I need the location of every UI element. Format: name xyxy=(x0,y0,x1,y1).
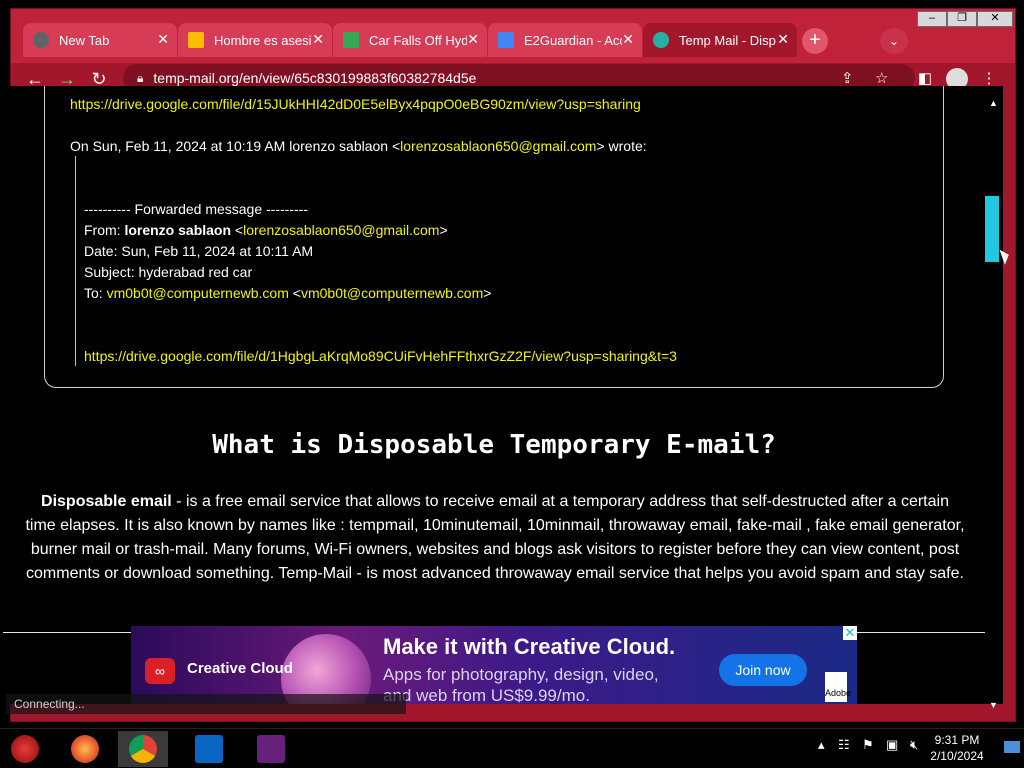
from-lt: < xyxy=(231,222,244,238)
taskbar-firefox[interactable] xyxy=(60,731,110,767)
google-drive-icon xyxy=(188,32,204,48)
ad-subtext: Apps for photography, design, video, and… xyxy=(383,665,659,704)
restore-button[interactable]: ❐ xyxy=(947,11,977,27)
google-drive-icon xyxy=(343,32,359,48)
tab-new-tab[interactable]: New Tab ✕ xyxy=(23,23,177,57)
subject-line: Subject: hyderabad red car xyxy=(84,264,253,280)
clock-time: 9:31 PM xyxy=(934,733,980,747)
chrome-icon xyxy=(129,735,157,763)
lock-icon: 🔒︎ xyxy=(137,70,144,85)
tray-overflow-icon[interactable]: ▴ xyxy=(818,737,825,753)
quote-bar xyxy=(75,156,76,366)
to-line: To: vm0b0t@computernewb.com <vm0b0t@comp… xyxy=(84,285,491,301)
adobe-logo-icon: Adobe xyxy=(825,672,851,702)
tab-hombre[interactable]: Hombre es asesi ✕ xyxy=(178,23,332,57)
ad-headline: Make it with Creative Cloud. xyxy=(383,634,676,659)
scroll-thumb[interactable] xyxy=(985,196,999,262)
to-gt: > xyxy=(483,285,492,301)
show-desktop-icon[interactable] xyxy=(1004,741,1020,753)
creative-cloud-logo-icon: ∞ xyxy=(145,658,175,684)
scroll-down-arrow-icon[interactable]: ▼ xyxy=(989,700,998,710)
share-icon[interactable]: ⇪ xyxy=(841,69,854,87)
status-bubble: Connecting... xyxy=(6,694,406,714)
vertical-scrollbar[interactable]: ▲ ▼ xyxy=(985,86,1003,710)
close-tab-icon[interactable]: ✕ xyxy=(622,31,634,48)
scroll-up-arrow-icon[interactable]: ▲ xyxy=(989,98,998,108)
taskbar-outlook[interactable] xyxy=(184,731,234,767)
reply-header: On Sun, Feb 11, 2024 at 10:19 AM lorenzo… xyxy=(70,138,647,154)
to-lt: < xyxy=(288,285,301,301)
start-orb-icon xyxy=(11,735,39,763)
close-tab-icon[interactable]: ✕ xyxy=(312,31,324,48)
drive-link-2[interactable]: https://drive.google.com/file/d/1HgbgLaK… xyxy=(84,348,677,364)
creative-cloud-ad[interactable]: ∞ Creative Cloud Make it with Creative C… xyxy=(131,626,857,704)
section-heading: What is Disposable Temporary E-mail? xyxy=(212,430,776,460)
tab-car-falls[interactable]: Car Falls Off Hyd ✕ xyxy=(333,23,487,57)
from-gt: > xyxy=(439,222,448,238)
tab-title: New Tab xyxy=(59,32,110,48)
url-text: temp-mail.org/en/view/65c830199883f60382… xyxy=(153,70,477,86)
google-drive-icon xyxy=(498,32,514,48)
from-line: From: lorenzo sablaon <lorenzosablaon650… xyxy=(84,222,448,238)
tab-strip: – ❐ ✕ New Tab ✕ Hombre es asesi ✕ Car Fa… xyxy=(11,9,1015,63)
outlook-icon xyxy=(195,735,223,763)
date-line: Date: Sun, Feb 11, 2024 at 10:11 AM xyxy=(84,243,314,259)
tab-temp-mail[interactable]: Temp Mail - Disp ✕ xyxy=(643,23,797,57)
close-tab-icon[interactable]: ✕ xyxy=(777,31,789,48)
bold-term: Disposable email xyxy=(41,493,172,510)
drive-link-1[interactable]: https://drive.google.com/file/d/15JUkHHI… xyxy=(70,96,641,112)
taskbar: ▴ ☷ ⚑ ▣ 🔇︎ 9:31 PM 2/10/2024 xyxy=(0,728,1024,768)
close-tab-icon[interactable]: ✕ xyxy=(467,31,479,48)
join-now-button[interactable]: Join now xyxy=(719,654,807,686)
taskbar-visual-studio[interactable] xyxy=(246,731,296,767)
taskbar-chrome[interactable] xyxy=(118,731,168,767)
page-content: https://drive.google.com/file/d/15JUkHHI… xyxy=(3,86,985,704)
tab-title: E2Guardian - Acc xyxy=(524,32,622,48)
to-email-link[interactable]: vm0b0t@computernewb.com xyxy=(107,285,289,301)
from-label: From: xyxy=(84,222,125,238)
forward-header: ---------- Forwarded message --------- xyxy=(84,201,308,217)
close-tab-icon[interactable]: ✕ xyxy=(157,31,169,48)
new-tab-button[interactable]: + xyxy=(802,28,828,54)
temp-mail-icon xyxy=(653,32,669,48)
tab-title: Hombre es asesi xyxy=(214,32,312,48)
taskbar-clock[interactable]: 9:31 PM 2/10/2024 xyxy=(926,732,988,764)
chrome-icon xyxy=(33,32,49,48)
firefox-icon xyxy=(71,735,99,763)
tab-e2guardian[interactable]: E2Guardian - Acc ✕ xyxy=(488,23,642,57)
close-window-button[interactable]: ✕ xyxy=(977,11,1013,27)
from-email-link[interactable]: lorenzosablaon650@gmail.com xyxy=(243,222,439,238)
bookmark-star-icon[interactable]: ☆ xyxy=(875,69,888,87)
reply-email-link[interactable]: lorenzosablaon650@gmail.com xyxy=(400,138,596,154)
volume-muted-icon[interactable]: 🔇︎ xyxy=(910,737,918,753)
email-body: https://drive.google.com/file/d/15JUkHHI… xyxy=(44,86,944,388)
section-description: Disposable email - is a free email servi… xyxy=(25,490,965,586)
network-icon[interactable]: ☷ xyxy=(838,737,850,753)
start-button[interactable] xyxy=(0,731,50,767)
minimize-button[interactable]: – xyxy=(917,11,947,27)
tab-search-button[interactable]: ⌄ xyxy=(880,28,908,54)
flag-icon[interactable]: ⚑ xyxy=(862,737,874,753)
to-email-link-2[interactable]: vm0b0t@computernewb.com xyxy=(301,285,483,301)
reply-prefix: On Sun, Feb 11, 2024 at 10:19 AM lorenzo… xyxy=(70,138,401,154)
ad-close-icon[interactable]: ✕ xyxy=(843,626,857,640)
reply-suffix: > wrote: xyxy=(596,138,647,154)
tab-title: Temp Mail - Disp xyxy=(679,32,776,48)
visual-studio-icon xyxy=(257,735,285,763)
to-label: To: xyxy=(84,285,107,301)
from-name: lorenzo sablaon xyxy=(124,222,232,238)
connection-icon[interactable]: ▣ xyxy=(886,737,898,753)
ad-brand: Creative Cloud xyxy=(187,660,293,677)
tab-title: Car Falls Off Hyd xyxy=(369,32,467,48)
clock-date: 2/10/2024 xyxy=(930,749,984,763)
